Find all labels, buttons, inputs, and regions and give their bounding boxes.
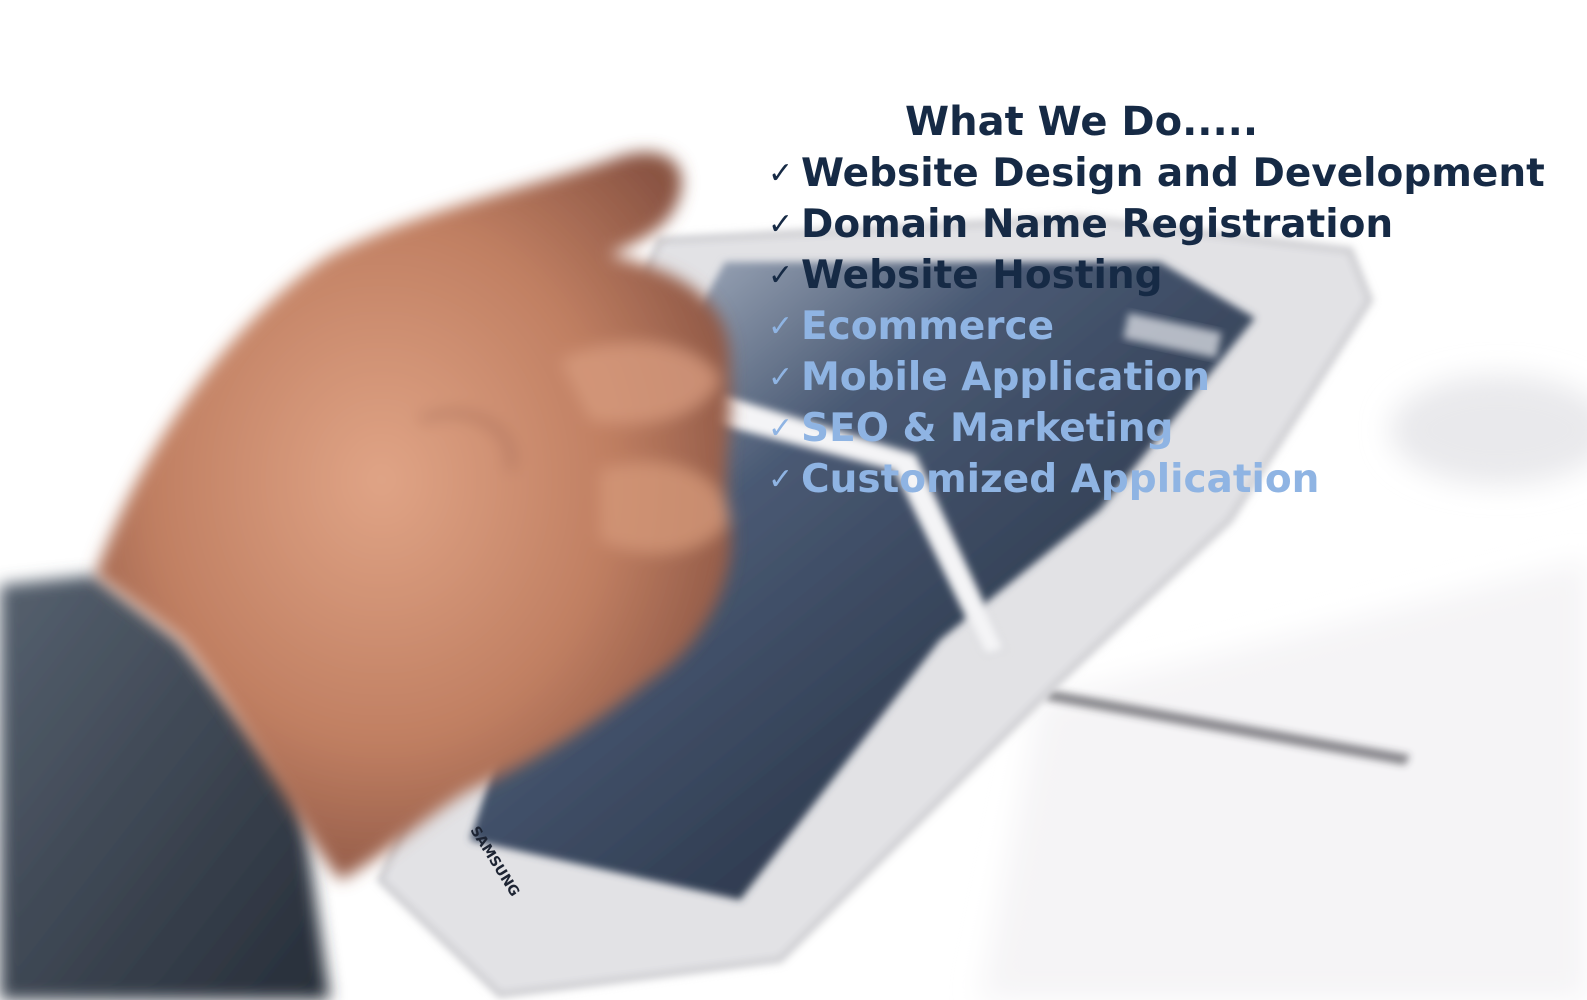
service-item-customized-application: ✓ Customized Application bbox=[768, 454, 1545, 505]
service-label: Domain Name Registration bbox=[801, 202, 1394, 247]
service-label: Ecommerce bbox=[801, 304, 1055, 349]
service-item-website-hosting: ✓ Website Hosting bbox=[768, 250, 1545, 301]
service-label: Website Hosting bbox=[801, 253, 1163, 298]
service-item-seo-marketing: ✓ SEO & Marketing bbox=[768, 403, 1545, 454]
check-icon: ✓ bbox=[768, 360, 794, 395]
check-icon: ✓ bbox=[768, 309, 794, 344]
service-item-website-design: ✓ Website Design and Development bbox=[768, 148, 1545, 199]
service-label: Website Design and Development bbox=[801, 151, 1545, 196]
check-icon: ✓ bbox=[768, 462, 794, 497]
service-item-domain-registration: ✓ Domain Name Registration bbox=[768, 199, 1545, 250]
section-heading: What We Do..... bbox=[905, 99, 1259, 145]
check-icon: ✓ bbox=[768, 207, 794, 242]
check-icon: ✓ bbox=[768, 411, 794, 446]
service-label: Customized Application bbox=[801, 457, 1320, 502]
services-list: ✓ Website Design and Development ✓ Domain … bbox=[768, 148, 1545, 505]
service-item-mobile-application: ✓ Mobile Application bbox=[768, 352, 1545, 403]
service-label: SEO & Marketing bbox=[801, 406, 1174, 451]
check-icon: ✓ bbox=[768, 258, 794, 293]
service-item-ecommerce: ✓ Ecommerce bbox=[768, 301, 1545, 352]
check-icon: ✓ bbox=[768, 156, 794, 191]
service-label: Mobile Application bbox=[801, 355, 1211, 400]
